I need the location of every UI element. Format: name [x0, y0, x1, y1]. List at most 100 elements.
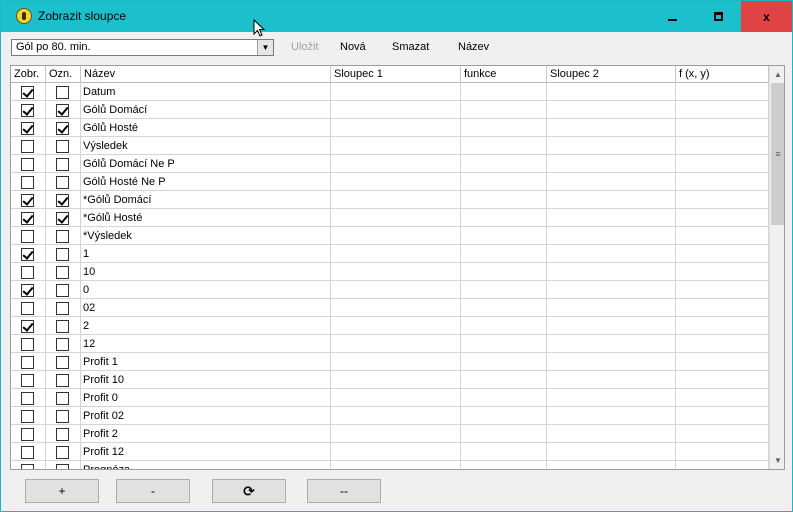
show-checkbox[interactable] [21, 356, 34, 369]
show-checkbox[interactable] [21, 428, 34, 441]
mark-checkbox[interactable] [56, 230, 69, 243]
column-1-cell[interactable] [331, 389, 461, 407]
column-1-cell[interactable] [331, 461, 461, 469]
column-1-cell[interactable] [331, 443, 461, 461]
filter-combobox[interactable]: Gól po 80. min. ▼ [11, 39, 274, 56]
function-cell[interactable] [461, 425, 547, 443]
column-2-cell[interactable] [547, 461, 676, 469]
column-2-cell[interactable] [547, 263, 676, 281]
function-cell[interactable] [461, 209, 547, 227]
column-1-cell[interactable] [331, 281, 461, 299]
function-cell[interactable] [461, 281, 547, 299]
table-row[interactable]: *Gólů Domácí [11, 191, 769, 209]
column-1-cell[interactable] [331, 425, 461, 443]
function-cell[interactable] [461, 443, 547, 461]
table-row[interactable]: 12 [11, 335, 769, 353]
column-2-cell[interactable] [547, 371, 676, 389]
column-2-cell[interactable] [547, 227, 676, 245]
fxy-cell[interactable] [676, 407, 769, 425]
name-cell[interactable]: *Gólů Hosté [81, 209, 331, 227]
column-1-cell[interactable] [331, 263, 461, 281]
mark-checkbox[interactable] [56, 158, 69, 171]
function-cell[interactable] [461, 245, 547, 263]
header-show[interactable]: Zobr. [11, 66, 46, 83]
new-button[interactable]: Nová [340, 41, 366, 53]
show-checkbox[interactable] [21, 122, 34, 135]
fxy-cell[interactable] [676, 371, 769, 389]
show-checkbox[interactable] [21, 176, 34, 189]
column-2-cell[interactable] [547, 191, 676, 209]
vertical-scrollbar[interactable]: ▲ ≡ ▼ [769, 66, 784, 469]
close-button[interactable]: x [741, 1, 792, 32]
column-2-cell[interactable] [547, 353, 676, 371]
show-checkbox[interactable] [21, 194, 34, 207]
column-2-cell[interactable] [547, 425, 676, 443]
mark-checkbox[interactable] [56, 374, 69, 387]
name-cell[interactable]: Prognóza [81, 461, 331, 469]
function-cell[interactable] [461, 461, 547, 469]
function-cell[interactable] [461, 191, 547, 209]
name-cell[interactable]: Gólů Hosté [81, 119, 331, 137]
column-2-cell[interactable] [547, 389, 676, 407]
fxy-cell[interactable] [676, 137, 769, 155]
function-cell[interactable] [461, 353, 547, 371]
scroll-thumb[interactable]: ≡ [771, 83, 784, 225]
fxy-cell[interactable] [676, 191, 769, 209]
show-checkbox[interactable] [21, 230, 34, 243]
header-column-2[interactable]: Sloupec 2 [547, 66, 676, 83]
fxy-cell[interactable] [676, 461, 769, 469]
column-2-cell[interactable] [547, 119, 676, 137]
table-row[interactable]: Profit 12 [11, 443, 769, 461]
mark-checkbox[interactable] [56, 266, 69, 279]
table-row[interactable]: Gólů Hosté [11, 119, 769, 137]
fxy-cell[interactable] [676, 101, 769, 119]
scroll-down-icon[interactable]: ▼ [770, 452, 784, 469]
name-cell[interactable]: *Gólů Domácí [81, 191, 331, 209]
column-2-cell[interactable] [547, 209, 676, 227]
table-row[interactable]: 2 [11, 317, 769, 335]
table-row[interactable]: Výsledek [11, 137, 769, 155]
fxy-cell[interactable] [676, 299, 769, 317]
column-1-cell[interactable] [331, 371, 461, 389]
show-checkbox[interactable] [21, 158, 34, 171]
column-2-cell[interactable] [547, 407, 676, 425]
function-cell[interactable] [461, 101, 547, 119]
function-cell[interactable] [461, 137, 547, 155]
column-1-cell[interactable] [331, 353, 461, 371]
fxy-cell[interactable] [676, 155, 769, 173]
show-checkbox[interactable] [21, 320, 34, 333]
name-cell[interactable]: Profit 0 [81, 389, 331, 407]
function-cell[interactable] [461, 389, 547, 407]
name-cell[interactable]: Profit 12 [81, 443, 331, 461]
show-checkbox[interactable] [21, 410, 34, 423]
name-cell[interactable]: Gólů Domácí [81, 101, 331, 119]
mark-checkbox[interactable] [56, 248, 69, 261]
name-cell[interactable]: 1 [81, 245, 331, 263]
name-cell[interactable]: Gólů Domácí Ne P [81, 155, 331, 173]
column-1-cell[interactable] [331, 173, 461, 191]
column-1-cell[interactable] [331, 191, 461, 209]
name-cell[interactable]: 10 [81, 263, 331, 281]
function-cell[interactable] [461, 227, 547, 245]
name-cell[interactable]: Profit 02 [81, 407, 331, 425]
mark-checkbox[interactable] [56, 302, 69, 315]
column-2-cell[interactable] [547, 155, 676, 173]
table-row[interactable]: Prognóza [11, 461, 769, 469]
save-button[interactable]: Uložit [291, 41, 319, 53]
column-1-cell[interactable] [331, 119, 461, 137]
table-row[interactable]: Gólů Hosté Ne P [11, 173, 769, 191]
show-checkbox[interactable] [21, 266, 34, 279]
function-cell[interactable] [461, 155, 547, 173]
fxy-cell[interactable] [676, 425, 769, 443]
table-row[interactable]: Datum [11, 83, 769, 101]
function-cell[interactable] [461, 119, 547, 137]
fxy-cell[interactable] [676, 245, 769, 263]
chevron-down-icon[interactable]: ▼ [257, 40, 273, 55]
column-2-cell[interactable] [547, 173, 676, 191]
mark-checkbox[interactable] [56, 140, 69, 153]
function-cell[interactable] [461, 335, 547, 353]
rename-button[interactable]: Název [458, 41, 489, 53]
mark-checkbox[interactable] [56, 284, 69, 297]
column-2-cell[interactable] [547, 83, 676, 101]
table-row[interactable]: 0 [11, 281, 769, 299]
